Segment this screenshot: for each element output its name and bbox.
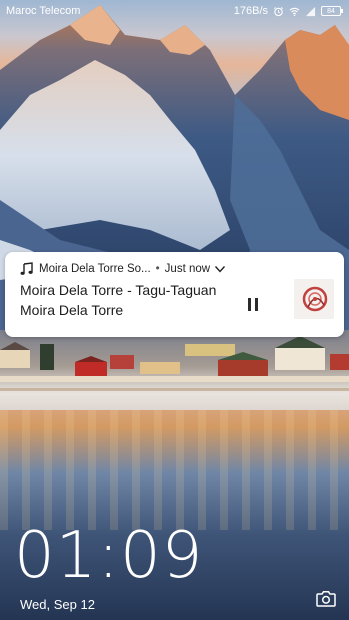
notification-header: Moira Dela Torre So... • Just now bbox=[20, 261, 226, 277]
wifi-icon bbox=[289, 7, 300, 16]
media-notification[interactable]: Moira Dela Torre So... • Just now Moira … bbox=[5, 252, 344, 337]
notification-time: Just now bbox=[164, 263, 211, 275]
status-bar: Maroc Telecom 176B/s 84 bbox=[0, 0, 349, 22]
notification-app-name: Moira Dela Torre So... bbox=[39, 263, 151, 275]
track-artist: Moira Dela Torre bbox=[20, 302, 124, 318]
alarm-icon bbox=[274, 6, 283, 16]
carrier-name: Maroc Telecom bbox=[6, 5, 81, 17]
status-indicators: 176B/s 84 bbox=[233, 0, 343, 22]
lockscreen-clock: 01:09 bbox=[14, 519, 204, 593]
pause-icon bbox=[248, 298, 251, 311]
album-art bbox=[294, 279, 334, 319]
pause-icon-bar bbox=[255, 298, 258, 311]
lockscreen-date: Wed, Sep 12 bbox=[20, 597, 95, 612]
camera-icon[interactable] bbox=[316, 590, 336, 607]
wallpaper-village bbox=[0, 336, 349, 391]
header-separator: • bbox=[155, 263, 160, 275]
battery-indicator: 84 bbox=[321, 6, 343, 16]
music-note-icon bbox=[20, 262, 33, 275]
signal-icon bbox=[305, 6, 316, 16]
pause-button[interactable] bbox=[243, 294, 267, 318]
chevron-down-icon[interactable] bbox=[214, 264, 226, 274]
wallpaper-reflection bbox=[0, 410, 349, 530]
track-title: Moira Dela Torre - Tagu-Taguan bbox=[20, 282, 217, 298]
network-speed: 176B/s bbox=[233, 5, 268, 17]
album-art-image bbox=[294, 279, 334, 319]
